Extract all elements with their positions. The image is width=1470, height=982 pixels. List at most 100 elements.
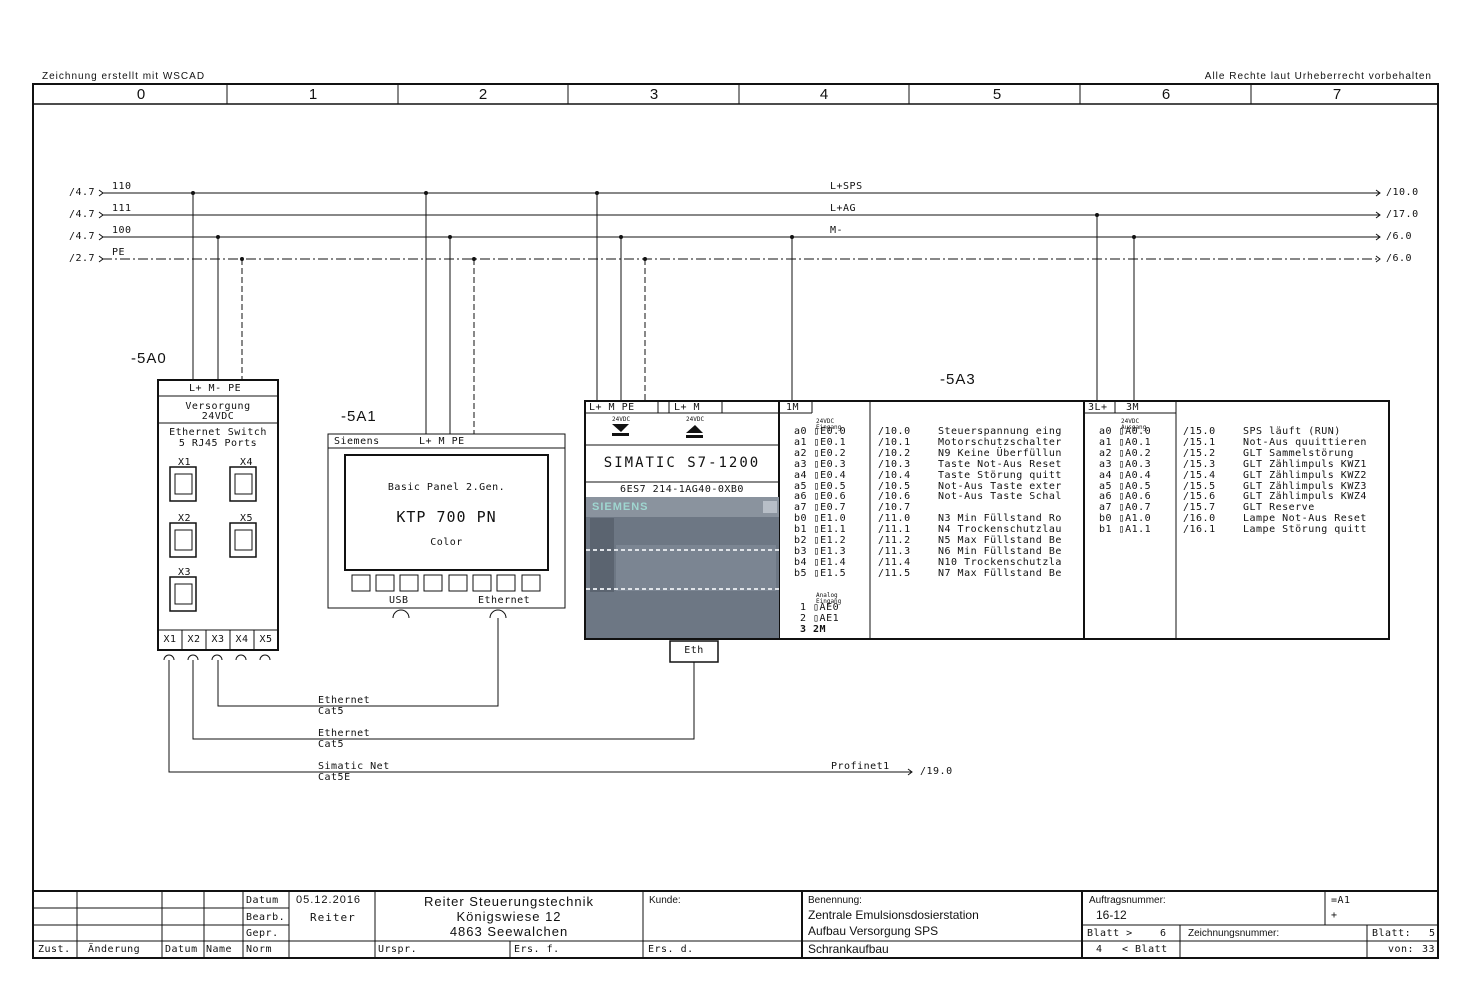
switch-bottom-port: X1 xyxy=(163,634,177,645)
plc-input-text: N4 Trockenschutzlau xyxy=(938,524,1062,536)
busbar-ref-in: /4.7 xyxy=(69,187,96,198)
panel-color-label: Color xyxy=(430,537,463,548)
plc-input-text: N5 Max Füllstand Be xyxy=(938,535,1062,546)
tb-benennung: Benennung: xyxy=(808,895,862,906)
plc-output-ref: /15.0 xyxy=(1183,426,1216,437)
plc-input-pin: a2 ▯E0.2 xyxy=(794,447,847,459)
plc-input-pin: a0 ▯E0.0 xyxy=(794,426,847,437)
profinet-ref: /19.0 xyxy=(920,766,953,777)
plc-input-text: Taste Not-Aus Reset xyxy=(938,458,1062,470)
plc-output-text: Not-Aus quuittieren xyxy=(1243,436,1367,448)
plc-input-pin: b0 ▯E1.0 xyxy=(794,513,847,525)
plc-input-text: Taste Störung quitt xyxy=(938,469,1062,481)
plc-input-text: N10 Trockenschutzla xyxy=(938,556,1062,568)
cable-type: Cat5 xyxy=(318,739,345,750)
plc-input-ref: /11.2 xyxy=(878,535,911,546)
plc-output-text: GLT Zählimpuls KWZ4 xyxy=(1243,491,1367,503)
tb-bearb: Reiter xyxy=(310,911,356,924)
plc-name: SIMATIC S7-1200 xyxy=(603,455,761,471)
plc-terminals-a: L+ M PE xyxy=(589,402,635,413)
tb-blatt-prev: < Blatt xyxy=(1122,944,1168,955)
plc-input-text: Not-Aus Taste Schal xyxy=(938,491,1062,503)
plc-input-ref: /10.2 xyxy=(878,447,911,459)
plc-input-ref: /11.0 xyxy=(878,513,911,525)
cable-label: Simatic Net xyxy=(318,761,390,772)
panel-model: KTP 700 PN xyxy=(396,508,497,526)
column-number-0: 0 xyxy=(136,86,146,103)
tb-datum: 05.12.2016 xyxy=(296,894,362,906)
plc-output-text: GLT Sammelstörung xyxy=(1243,447,1354,459)
tb-auftrag-label: Auftragsnummer: xyxy=(1089,895,1166,906)
tb-blatt-no: 5 xyxy=(1429,928,1436,939)
panel-brand: Siemens xyxy=(334,436,380,447)
plc-output-pin: a7 ▯A0.7 xyxy=(1099,502,1152,514)
plc-output-pin: a6 ▯A0.6 xyxy=(1099,491,1152,503)
switch-bottom-port: X5 xyxy=(259,634,273,645)
busbar-number: 111 xyxy=(112,203,132,214)
plc-output-text: Lampe Störung quitt xyxy=(1243,524,1367,536)
tb-blatt-label: Blatt: xyxy=(1372,928,1412,939)
plc-output-text: SPS läuft (RUN) xyxy=(1243,426,1341,437)
plc-output-text: GLT Zählimpuls KWZ2 xyxy=(1243,469,1367,481)
column-number-2: 2 xyxy=(478,86,488,103)
plc-input-ref: /11.4 xyxy=(878,556,911,568)
tb-aenderung: Änderung xyxy=(88,944,141,955)
plc-input-pin: a7 ▯E0.7 xyxy=(794,502,847,514)
column-number-7: 7 xyxy=(1332,86,1342,103)
busbar-name: L+SPS xyxy=(830,181,863,192)
port-label-x5: X5 xyxy=(240,513,254,524)
plc-input-pin: a5 ▯E0.5 xyxy=(794,480,847,492)
tb-benennung-2: Aufbau Versorgung SPS xyxy=(808,924,939,938)
port-label-x4: X4 xyxy=(240,457,254,468)
plc-input-ref: /11.3 xyxy=(878,545,911,557)
column-number-6: 6 xyxy=(1161,86,1171,103)
plc-terminals-b: L+ M xyxy=(674,402,701,413)
tb-city: 4863 Seewalchen xyxy=(449,924,569,939)
switch-bottom-port: X4 xyxy=(235,634,249,645)
panel-terminals: L+ M PE xyxy=(419,436,465,447)
busbar-ref-out: /6.0 xyxy=(1386,231,1413,242)
plc-output-pin: a3 ▯A0.3 xyxy=(1099,458,1152,470)
busbar-number: PE xyxy=(112,247,126,258)
plc-output-ref: /15.5 xyxy=(1183,480,1216,492)
panel-usb-label: USB xyxy=(389,595,409,606)
plc-output-ref: /15.6 xyxy=(1183,491,1216,503)
cable-label: Ethernet xyxy=(318,695,371,706)
plc-input-ref: /10.7 xyxy=(878,502,911,514)
plc-output-ref: /15.2 xyxy=(1183,447,1216,459)
cable-label: Ethernet xyxy=(318,728,371,739)
plc-output-text: GLT Reserve xyxy=(1243,502,1315,514)
switch-terminals: L+ M- PE xyxy=(189,383,242,394)
tb-company: Reiter Steuerungstechnik xyxy=(424,894,594,909)
plc-output-pin: b0 ▯A1.0 xyxy=(1099,513,1152,525)
plc-input-common: 1M xyxy=(786,402,800,413)
tb-von-no: 33 xyxy=(1422,944,1436,955)
switch-bottom-port: X2 xyxy=(187,634,201,645)
tb-urspr: Urspr. xyxy=(378,944,418,955)
busbar-number: 100 xyxy=(112,225,132,236)
tb-name: Name xyxy=(206,944,233,955)
plc-output-pin: b1 ▯A1.1 xyxy=(1099,524,1152,536)
plc-output-ref: /16.0 xyxy=(1183,513,1216,525)
tb-zeichnung-label: Zeichnungsnummer: xyxy=(1188,928,1280,939)
plc-output-pin: a0 ▯A0.0 xyxy=(1099,426,1152,437)
cable-type: Cat5E xyxy=(318,772,351,783)
busbar-ref-out: /17.0 xyxy=(1386,209,1419,220)
switch-reference: -5A0 xyxy=(131,350,167,367)
plc-order-number: 6ES7 214-1AG40-0XB0 xyxy=(620,484,744,495)
busbar-ref-out: /6.0 xyxy=(1386,253,1413,264)
plc-output-ref: /15.7 xyxy=(1183,502,1216,514)
plc-output-pin: a1 ▯A0.1 xyxy=(1099,436,1152,448)
switch-bottom-port: X3 xyxy=(211,634,225,645)
plc-input-pin: b4 ▯E1.4 xyxy=(794,556,847,568)
port-label-x3: X3 xyxy=(178,567,192,578)
plc-output-pin: a5 ▯A0.5 xyxy=(1099,480,1152,492)
cable-type: Cat5 xyxy=(318,706,345,717)
column-number-5: 5 xyxy=(992,86,1002,103)
tb-blatt-next-no: 6 xyxy=(1160,928,1167,939)
switch-supply-voltage: 24VDC xyxy=(201,411,235,422)
plc-output-pin: a4 ▯A0.4 xyxy=(1099,469,1152,481)
plc-input-text: N7 Max Füllstand Be xyxy=(938,567,1062,579)
plc-input-ref: /10.4 xyxy=(878,469,911,481)
panel-reference: -5A1 xyxy=(341,408,377,425)
